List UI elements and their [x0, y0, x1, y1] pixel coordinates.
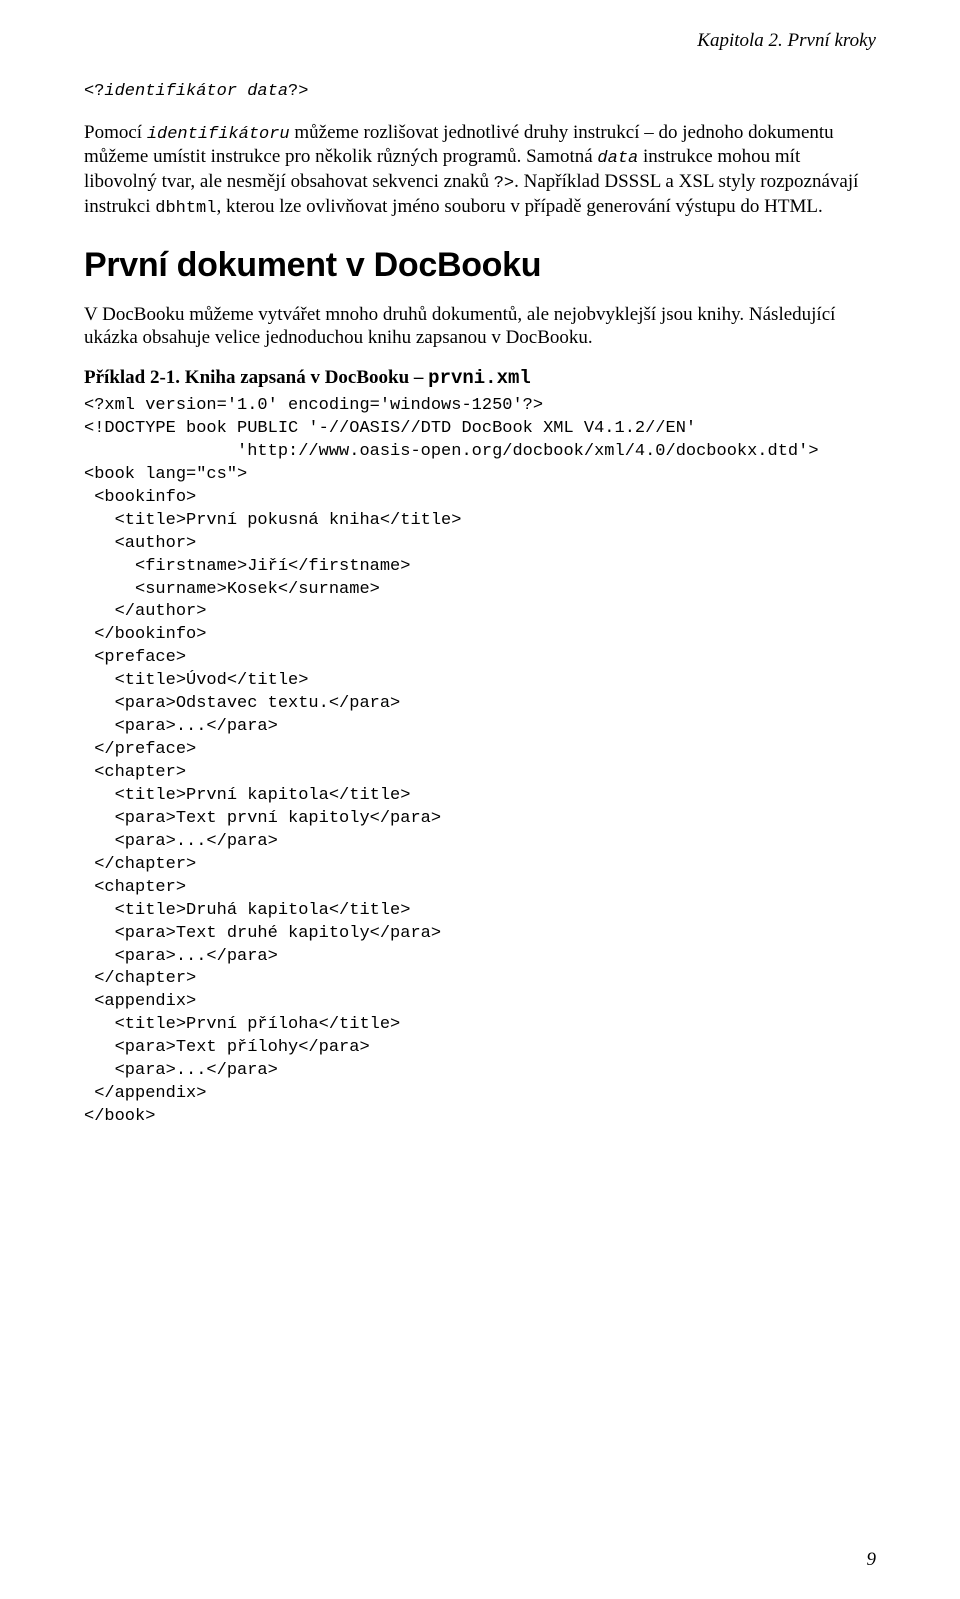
intro-paragraph: Pomocí identifikátoru můžeme rozlišovat …	[84, 121, 876, 220]
chapter-header: Kapitola 2. První kroky	[84, 30, 876, 52]
code-block: <?xml version='1.0' encoding='windows-12…	[84, 395, 876, 1129]
page-content: Kapitola 2. První kroky <?identifikátor …	[0, 0, 960, 1185]
inline-code-data: data	[597, 149, 638, 168]
section-paragraph: V DocBooku můžeme vytvářet mnoho druhů d…	[84, 303, 876, 349]
example-title-text: Příklad 2-1. Kniha zapsaná v DocBooku –	[84, 367, 428, 388]
section-title: První dokument v DocBooku	[84, 246, 876, 285]
inline-code-dbhtml: dbhtml	[155, 199, 216, 218]
example-title-filename: prvni.xml	[428, 367, 531, 389]
pi-identifier: identifikátor data	[104, 82, 288, 101]
text-fragment: , kterou lze ovlivňovat jméno souboru v …	[216, 196, 822, 217]
page-number: 9	[867, 1549, 877, 1571]
inline-code-qgt: ?>	[494, 174, 514, 193]
pi-syntax-line: <?identifikátor data?>	[84, 78, 876, 103]
example-title: Příklad 2-1. Kniha zapsaná v DocBooku – …	[84, 367, 876, 389]
chapter-label: Kapitola 2. První kroky	[697, 30, 876, 51]
pi-close: ?>	[288, 82, 308, 101]
text-fragment: Pomocí	[84, 122, 147, 143]
inline-code-identifikatoru: identifikátoru	[147, 125, 290, 144]
pi-open: <?	[84, 82, 104, 101]
